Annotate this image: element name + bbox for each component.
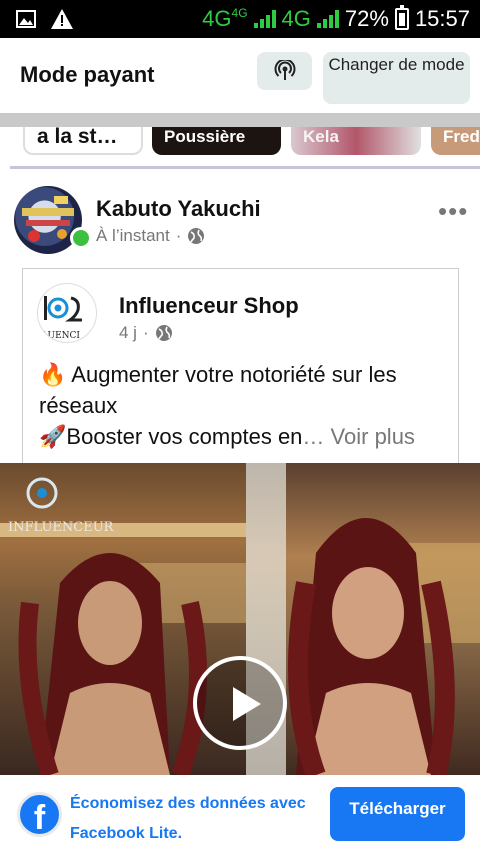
warning-icon [51, 9, 73, 29]
clock: 15:57 [414, 6, 470, 31]
facebook-logo-icon: f [17, 792, 62, 837]
video-frame-right-graphic [246, 463, 480, 775]
video-player[interactable]: INFLUENCEUR [0, 463, 480, 775]
battery-icon [394, 5, 409, 30]
top-bar: Mode payant Changer de mode [0, 38, 480, 113]
header-divider [0, 113, 480, 127]
page-avatar[interactable]: LUENCI [37, 283, 97, 343]
broadcast-button[interactable] [257, 52, 312, 90]
post-header: Kabuto Yakuchi À l’instant · ••• [0, 170, 480, 265]
shared-post-card[interactable]: LUENCI Influenceur Shop 4 j · 🔥 Augmente… [22, 268, 459, 463]
globe-icon [155, 325, 172, 341]
post-caption: 🔥 Augmenter votre notoriété sur les rése… [39, 359, 454, 452]
video-frame-right [246, 463, 480, 775]
story-card[interactable]: Fred [431, 127, 480, 155]
video-watermark: INFLUENCEUR [8, 520, 115, 535]
meta-separator: · [175, 226, 182, 245]
globe-icon [188, 228, 205, 244]
section-divider [10, 166, 480, 169]
image-icon [16, 10, 36, 28]
shared-time: 4 j [119, 323, 137, 342]
signal-icon [253, 10, 276, 28]
page-title: Mode payant [20, 62, 155, 87]
rocket-icon: 🚀 [39, 424, 67, 449]
download-button[interactable]: Télécharger [330, 787, 465, 841]
meta-separator: · [142, 323, 149, 342]
play-button[interactable] [193, 656, 287, 750]
facebook-lite-promo: f Économisez des données avec Facebook L… [0, 775, 480, 854]
caption-line-1: 🔥 Augmenter votre notoriété sur les rése… [39, 362, 397, 418]
status-bar: 4G4G 4G 72% 15:57 [0, 0, 480, 38]
network-type-secondary: 4G [281, 6, 311, 31]
fire-icon: 🔥 [39, 362, 67, 387]
post-time: À l’instant [96, 226, 170, 245]
more-options-button[interactable]: ••• [438, 196, 468, 227]
broadcast-icon [274, 60, 295, 80]
stories-strip: a la st… Poussière Kela Fred [0, 127, 480, 159]
change-mode-button[interactable]: Changer de mode [323, 52, 470, 104]
page-name[interactable]: Influenceur Shop [119, 293, 299, 319]
influenceur-logo-icon: LUENCI [42, 296, 82, 341]
ellipsis: … [302, 424, 331, 449]
caption-line-2: 🚀Booster vos comptes en… Voir plus [39, 424, 415, 449]
logo-text: LUENCI [42, 331, 80, 341]
see-more-link[interactable]: Voir plus [331, 424, 415, 449]
battery-percent: 72% [344, 6, 389, 31]
network-type-primary: 4G4G [202, 6, 248, 31]
post-meta: À l’instant · [96, 226, 205, 246]
signal-icon [316, 10, 339, 28]
story-card[interactable]: a la st… [23, 127, 143, 155]
post-author[interactable]: Kabuto Yakuchi [96, 196, 261, 222]
story-card[interactable]: Poussière [152, 127, 281, 155]
promo-text: Économisez des données avec Facebook Lit… [70, 795, 306, 842]
story-card[interactable]: Kela [291, 127, 421, 155]
shared-meta: 4 j · [119, 323, 173, 343]
online-indicator [70, 227, 92, 249]
